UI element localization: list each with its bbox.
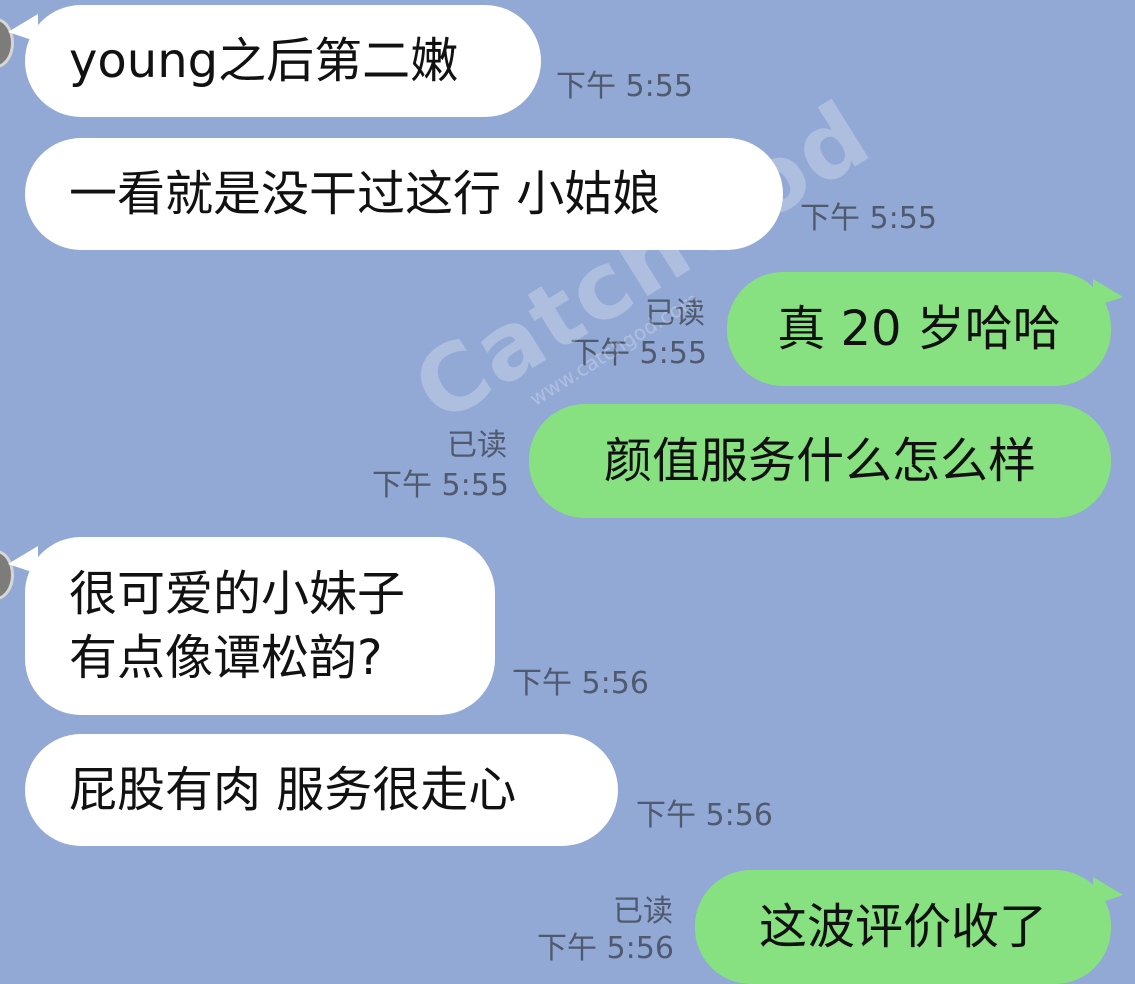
message-time: 下午 5:55	[556, 69, 693, 104]
bubble-tail	[1093, 279, 1123, 307]
message-time: 下午 5:56	[537, 931, 674, 966]
outgoing-message-bubble[interactable]: 颜值服务什么怎么样	[529, 404, 1111, 518]
message-time: 下午 5:55	[570, 336, 707, 371]
incoming-message-bubble[interactable]: 屁股有肉 服务很走心	[25, 734, 618, 846]
message-text: 颜值服务什么怎么样	[603, 433, 1036, 489]
incoming-message-bubble[interactable]: 一看就是没干过这行 小姑娘	[25, 138, 783, 250]
read-status: 已读	[645, 296, 705, 331]
message-time: 下午 5:55	[372, 468, 509, 503]
message-text: 这波评价收了	[758, 899, 1047, 955]
message-text: 屁股有肉 服务很走心	[69, 762, 517, 818]
read-status: 已读	[613, 894, 673, 929]
bubble-tail	[1093, 877, 1123, 905]
outgoing-message-bubble[interactable]: 这波评价收了	[695, 870, 1111, 984]
message-text: 一看就是没干过这行 小姑娘	[69, 166, 661, 222]
incoming-message-bubble[interactable]: 很可爱的小妹子 有点像谭松韵?	[25, 537, 495, 715]
message-text: 很可爱的小妹子 有点像谭松韵?	[69, 566, 406, 686]
message-text: 真 20 岁哈哈	[777, 301, 1061, 357]
message-time: 下午 5:56	[636, 798, 773, 833]
message-time: 下午 5:56	[512, 666, 649, 701]
outgoing-message-bubble[interactable]: 真 20 岁哈哈	[727, 272, 1111, 386]
chat-window: { "messages": [ {"direction": "in", "tex…	[0, 0, 1135, 984]
incoming-message-bubble[interactable]: young之后第二嫩	[25, 5, 541, 117]
read-status: 已读	[447, 428, 507, 463]
message-text: young之后第二嫩	[69, 33, 459, 89]
message-time: 下午 5:55	[800, 201, 937, 236]
